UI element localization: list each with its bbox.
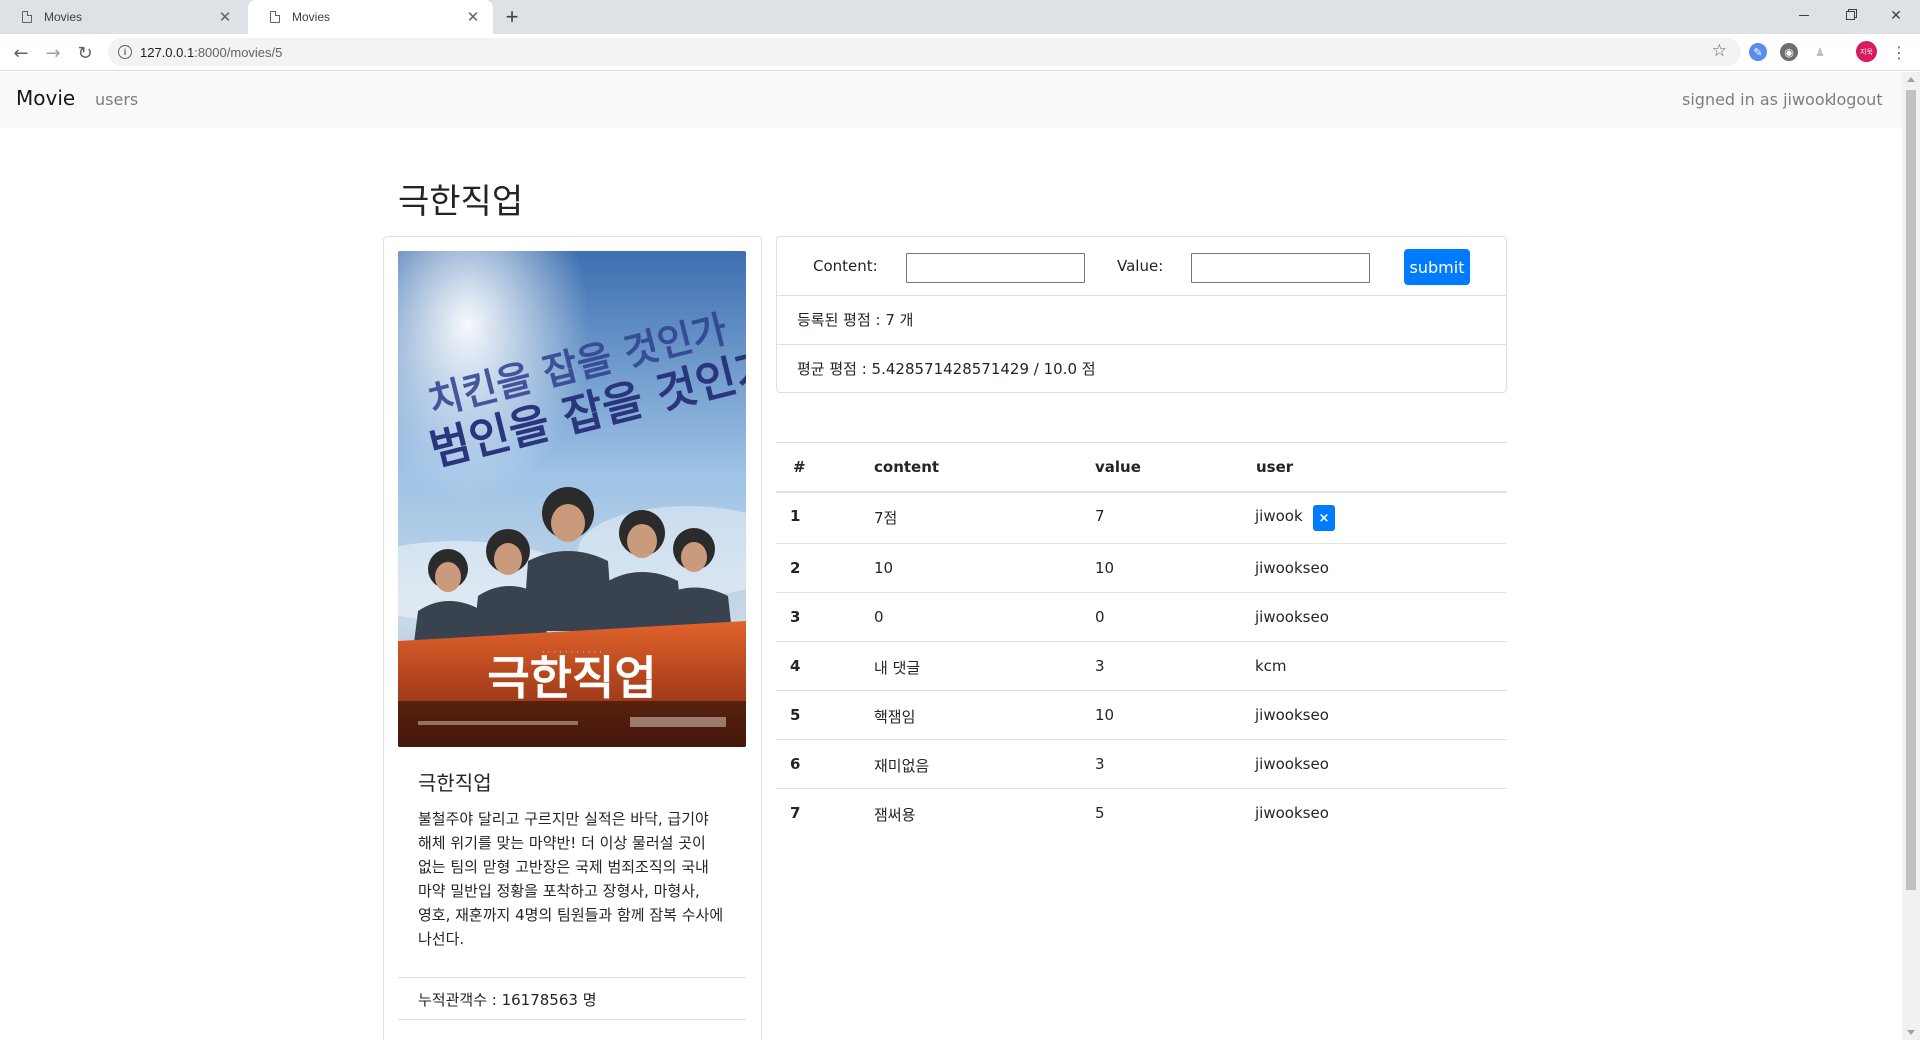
table-header-value: value <box>1095 458 1141 476</box>
row-content: 10 <box>874 559 894 577</box>
table-header-border <box>776 491 1507 493</box>
content-input[interactable] <box>906 253 1085 283</box>
row-divider <box>776 788 1507 789</box>
profile-avatar[interactable]: 지욱 <box>1856 41 1877 62</box>
table-top-border <box>776 442 1507 443</box>
row-number: 7 <box>790 804 801 822</box>
row-value: 3 <box>1095 657 1105 675</box>
row-user: jiwookseo <box>1255 608 1329 626</box>
row-user: jiwookseo <box>1255 804 1329 822</box>
row-content: 핵잼임 <box>874 708 916 726</box>
signed-in-status[interactable]: signed in as jiwook <box>1682 90 1834 109</box>
url-path: :8000/movies/5 <box>194 44 283 60</box>
row-divider <box>776 641 1507 642</box>
page-title: 극한직업 <box>398 182 524 222</box>
row-value: 0 <box>1095 608 1105 626</box>
card-title: 극한직업 <box>418 771 492 795</box>
scroll-down-icon[interactable] <box>1907 1030 1915 1035</box>
row-content: 7점 <box>874 509 898 527</box>
row-number: 4 <box>790 657 801 675</box>
row-divider <box>776 592 1507 593</box>
movie-card: 치킨을 잡을 것인가 범인을 잡을 것인가 · · · · · · · · · … <box>383 236 762 1040</box>
row-user: jiwookseo <box>1255 755 1329 773</box>
page-viewport: Movie users signed in as jiwook logout 극… <box>0 72 1902 1040</box>
row-number: 1 <box>790 507 801 525</box>
row-divider <box>776 543 1507 544</box>
rating-average: 평균 평점 : 5.428571428571429 / 10.0 점 <box>797 360 1096 378</box>
scrollbar-thumb[interactable] <box>1906 90 1916 890</box>
document-icon <box>22 11 32 23</box>
row-number: 2 <box>790 559 801 577</box>
row-content: 내 댓글 <box>874 659 921 677</box>
address-bar[interactable]: i 127.0.0.1:8000/movies/5 ☆ <box>108 38 1741 66</box>
document-icon <box>270 11 280 23</box>
rating-panel: Content: Value: submit 등록된 평점 : 7 개 평균 평… <box>776 236 1507 393</box>
browser-tab-active[interactable]: Movies ✕ <box>248 0 493 34</box>
row-content: 0 <box>874 608 884 626</box>
row-content: 잼써용 <box>874 806 916 824</box>
extension-icon[interactable]: ◉ <box>1780 43 1798 61</box>
row-value: 10 <box>1095 559 1115 577</box>
row-user: jiwookseo <box>1255 559 1329 577</box>
back-icon[interactable]: ← <box>8 40 34 66</box>
nav-link-users[interactable]: users <box>95 90 138 109</box>
card-divider <box>398 1019 746 1020</box>
delete-rating-button[interactable]: × <box>1313 505 1335 531</box>
table-header-user: user <box>1256 458 1294 476</box>
row-number: 3 <box>790 608 801 626</box>
bookmark-star-icon[interactable]: ☆ <box>1712 41 1727 61</box>
audience-count: 누적관객수 : 16178563 명 <box>418 991 597 1009</box>
table-header-content: content <box>874 458 940 476</box>
new-tab-button[interactable]: + <box>500 4 524 29</box>
browser-tab[interactable]: Movies ✕ <box>0 0 245 34</box>
tab-title: Movies <box>292 10 331 24</box>
row-divider <box>776 690 1507 691</box>
table-header-number: # <box>793 458 806 476</box>
row-number: 6 <box>790 755 801 773</box>
reload-icon[interactable]: ↻ <box>72 40 98 66</box>
content-label: Content: <box>813 257 878 275</box>
navbar-brand[interactable]: Movie <box>16 86 75 110</box>
row-user: kcm <box>1255 657 1287 675</box>
poster-title: 극한직업 <box>487 651 656 705</box>
row-number: 5 <box>790 706 801 724</box>
value-label: Value: <box>1117 257 1164 275</box>
extension-icon[interactable]: ✎ <box>1749 43 1767 61</box>
extension-icon[interactable]: ♟ <box>1811 43 1829 61</box>
info-icon[interactable]: i <box>118 45 132 59</box>
minimize-button[interactable] <box>1781 0 1827 30</box>
rating-count: 등록된 평점 : 7 개 <box>797 311 914 329</box>
submit-button[interactable]: submit <box>1404 249 1470 285</box>
movie-description: 불철주야 달리고 구르지만 실적은 바닥, 급기야 해체 위기를 맞는 마약반!… <box>418 810 724 948</box>
site-navbar: Movie users signed in as jiwook logout <box>0 72 1902 128</box>
logout-link[interactable]: logout <box>1832 90 1883 109</box>
close-icon[interactable]: ✕ <box>217 9 233 26</box>
value-input[interactable] <box>1191 253 1370 283</box>
browser-toolbar: ← → ↻ i 127.0.0.1:8000/movies/5 ☆ <box>0 34 1920 71</box>
row-user: jiwook <box>1255 507 1303 525</box>
row-value: 3 <box>1095 755 1105 773</box>
close-icon[interactable]: ✕ <box>465 9 481 26</box>
movie-poster: 치킨을 잡을 것인가 범인을 잡을 것인가 · · · · · · · · · … <box>398 251 746 747</box>
row-value: 10 <box>1095 706 1115 724</box>
card-divider <box>398 977 746 978</box>
panel-divider <box>777 344 1506 345</box>
row-user: jiwookseo <box>1255 706 1329 724</box>
window-close-button[interactable]: ✕ <box>1873 0 1919 30</box>
url-host: 127.0.0.1 <box>140 44 195 60</box>
page-scrollbar[interactable] <box>1902 72 1920 1040</box>
menu-icon[interactable]: ⋮ <box>1891 40 1907 64</box>
tab-title: Movies <box>44 10 83 24</box>
forward-icon[interactable]: → <box>40 40 66 66</box>
browser-tabstrip: Movies ✕ Movies ✕ + ✕ <box>0 0 1920 34</box>
scroll-up-icon[interactable] <box>1907 77 1915 82</box>
panel-divider <box>777 295 1506 296</box>
row-divider <box>776 739 1507 740</box>
restore-button[interactable] <box>1827 0 1873 30</box>
poster-image: 치킨을 잡을 것인가 범인을 잡을 것인가 · · · · · · · · · … <box>398 251 746 747</box>
row-value: 5 <box>1095 804 1105 822</box>
row-content: 재미없음 <box>874 757 930 775</box>
row-value: 7 <box>1095 507 1105 525</box>
